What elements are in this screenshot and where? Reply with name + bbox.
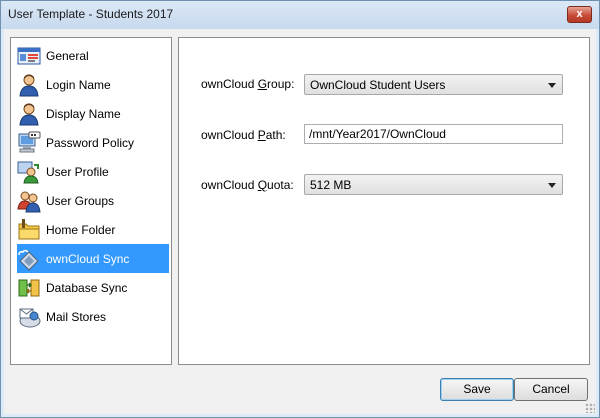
user-icon (19, 74, 39, 96)
computer-password-icon (18, 131, 41, 152)
close-icon: x (576, 8, 583, 20)
user-profile-icon (17, 161, 39, 183)
cloud-sync-icon (18, 249, 39, 271)
owncloud-quota-label: ownCloud Quota: (201, 178, 294, 192)
database-sync-icon (18, 279, 40, 296)
nav-item-mail-stores[interactable]: Mail Stores (17, 302, 169, 331)
nav-item-login-name[interactable]: Login Name (17, 70, 169, 99)
title-bar[interactable]: User Template - Students 2017 x (1, 1, 599, 29)
owncloud-group-label: ownCloud Group: (201, 77, 295, 91)
owncloud-group-value: OwnCloud Student Users (310, 78, 446, 92)
nav-item-home-folder[interactable]: Home Folder (17, 215, 169, 244)
owncloud-group-dropdown[interactable]: OwnCloud Student Users (304, 74, 563, 95)
owncloud-quota-dropdown[interactable]: 512 MB (304, 174, 563, 195)
dialog-window: User Template - Students 2017 x General (0, 0, 600, 418)
owncloud-path-input[interactable] (304, 124, 563, 144)
nav-label: Home Folder (46, 222, 116, 237)
close-button[interactable]: x (567, 6, 592, 23)
id-card-icon (17, 47, 41, 64)
nav-label: Database Sync (46, 280, 128, 295)
nav-item-display-name[interactable]: Display Name (17, 99, 169, 128)
nav-label: ownCloud Sync (46, 251, 130, 266)
chevron-down-icon (548, 183, 556, 188)
dialog-client-area: General Login Name Display Name Password… (4, 29, 596, 414)
save-button[interactable]: Save (440, 378, 514, 401)
nav-item-general[interactable]: General (17, 41, 169, 70)
nav-label: General (46, 48, 89, 63)
nav-item-user-groups[interactable]: User Groups (17, 186, 169, 215)
mail-store-icon (19, 308, 41, 327)
owncloud-quota-value: 512 MB (310, 178, 352, 192)
nav-item-password-policy[interactable]: Password Policy (17, 128, 169, 157)
nav-item-database-sync[interactable]: Database Sync (17, 273, 169, 302)
nav-label: Login Name (46, 77, 111, 92)
cancel-button[interactable]: Cancel (514, 378, 588, 401)
nav-label: Mail Stores (46, 309, 107, 324)
nav-item-owncloud-sync[interactable]: ownCloud Sync (17, 244, 169, 273)
owncloud-path-label: ownCloud Path: (201, 128, 286, 142)
resize-grip[interactable] (585, 403, 595, 413)
nav-label: Display Name (46, 106, 121, 121)
window-title: User Template - Students 2017 (8, 7, 174, 21)
chevron-down-icon (548, 83, 556, 88)
nav-label: User Groups (46, 193, 115, 208)
nav-label: Password Policy (46, 135, 135, 150)
users-group-icon (17, 191, 41, 212)
folder-icon (18, 218, 40, 239)
category-list: General Login Name Display Name Password… (10, 37, 172, 365)
nav-label: User Profile (46, 164, 109, 179)
nav-item-user-profile[interactable]: User Profile (17, 157, 169, 186)
settings-panel: ownCloud Group: OwnCloud Student Users o… (178, 37, 590, 365)
user-icon (19, 103, 39, 125)
